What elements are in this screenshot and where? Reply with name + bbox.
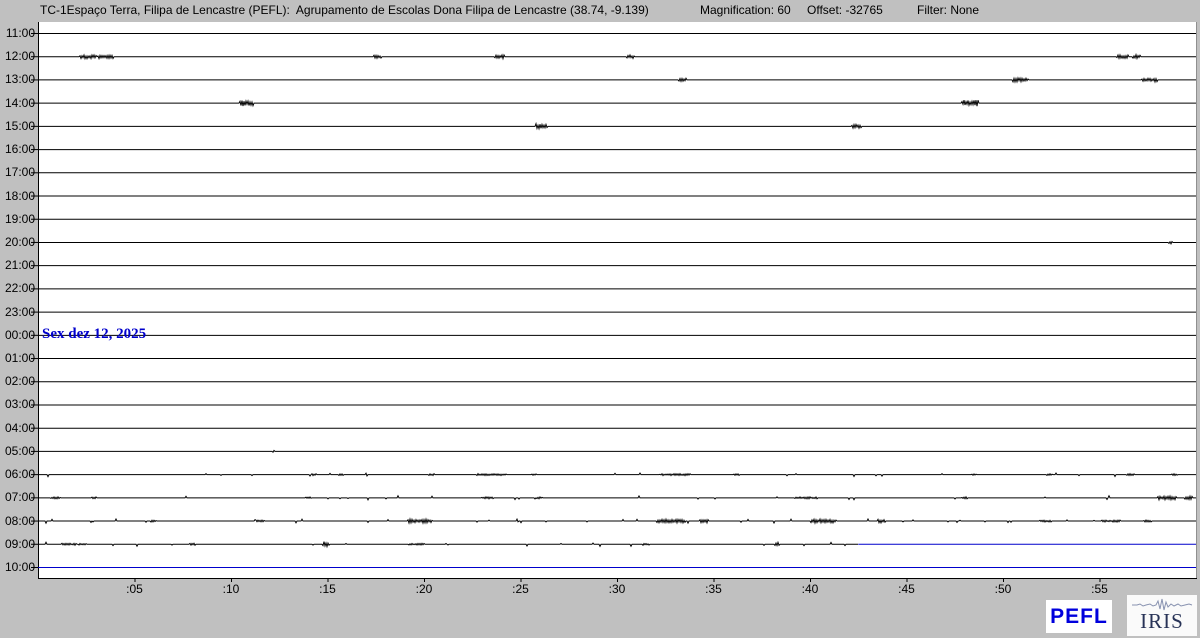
hour-label: 16:00	[0, 143, 35, 155]
hour-label: 02:00	[0, 375, 35, 387]
pefl-logo-text: PEFL	[1050, 605, 1108, 629]
hour-label: 10:00	[0, 561, 35, 573]
hour-label: 20:00	[0, 236, 35, 248]
hour-label: 22:00	[0, 282, 35, 294]
minute-tick-label: :35	[705, 582, 722, 596]
pefl-logo: PEFL	[1046, 600, 1112, 633]
hour-label: 08:00	[0, 515, 35, 527]
hour-label: 07:00	[0, 491, 35, 503]
helicorder-screen: TC-1Espaço Terra, Filipa de Lencastre (P…	[0, 0, 1200, 638]
hour-label: 14:00	[0, 97, 35, 109]
iris-logo-text: IRIS	[1140, 611, 1184, 632]
iris-logo: IRIS	[1127, 595, 1197, 636]
minute-tick-label: :15	[319, 582, 336, 596]
hour-label: 00:00	[0, 329, 35, 341]
hour-label: 17:00	[0, 166, 35, 178]
date-annotation: Sex dez 12, 2025	[42, 326, 146, 343]
minute-tick-label: :05	[126, 582, 143, 596]
hour-label: 13:00	[0, 73, 35, 85]
helicorder-plot[interactable]	[0, 0, 1200, 638]
hour-label: 06:00	[0, 468, 35, 480]
hour-label: 05:00	[0, 445, 35, 457]
hour-label: 23:00	[0, 306, 35, 318]
hour-label: 04:00	[0, 422, 35, 434]
hour-label: 18:00	[0, 190, 35, 202]
hour-label: 03:00	[0, 398, 35, 410]
hour-label: 09:00	[0, 538, 35, 550]
hour-label: 12:00	[0, 50, 35, 62]
minute-tick-label: :45	[898, 582, 915, 596]
minute-tick-label: :10	[223, 582, 240, 596]
minute-tick-label: :25	[512, 582, 529, 596]
minute-tick-label: :55	[1091, 582, 1108, 596]
hour-label: 15:00	[0, 120, 35, 132]
minute-tick-label: :30	[609, 582, 626, 596]
minute-tick-label: :40	[802, 582, 819, 596]
hour-label: 19:00	[0, 213, 35, 225]
hour-label: 11:00	[0, 27, 35, 39]
minute-tick-label: :50	[995, 582, 1012, 596]
minute-tick-label: :20	[416, 582, 433, 596]
hour-label: 01:00	[0, 352, 35, 364]
hour-label: 21:00	[0, 259, 35, 271]
